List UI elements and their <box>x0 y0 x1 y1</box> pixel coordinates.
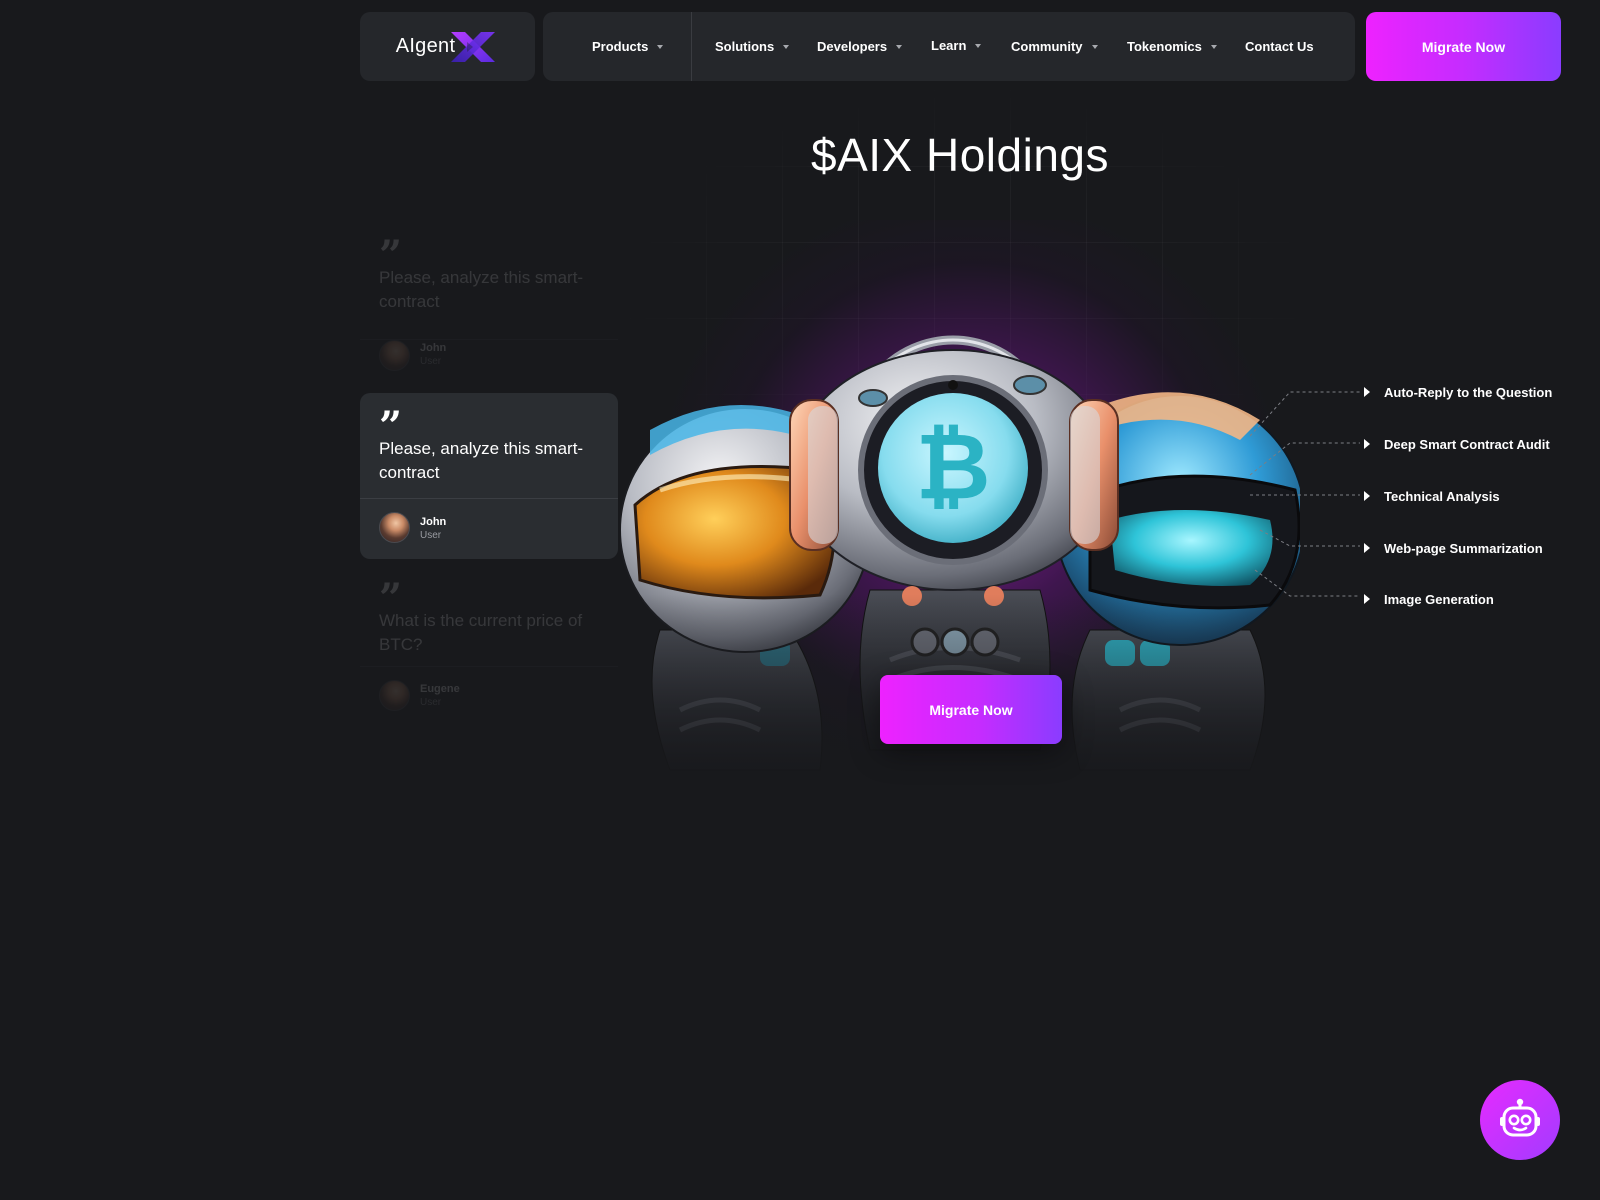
user-role: User <box>420 530 442 541</box>
triangle-right-icon <box>1364 491 1370 501</box>
logo[interactable]: AIgent <box>360 12 535 81</box>
triangle-right-icon <box>1364 439 1370 449</box>
caret-down-icon <box>1091 44 1098 49</box>
avatar <box>379 680 410 711</box>
feature-technical-analysis[interactable]: Technical Analysis <box>1364 486 1500 506</box>
nav-item-tokenomics[interactable]: Tokenomics <box>1127 12 1217 81</box>
chat-message: What is the current price of BTC? <box>379 611 583 654</box>
nav-item-label: Tokenomics <box>1127 39 1202 54</box>
chat-divider <box>360 666 618 667</box>
nav-item-label: Contact Us <box>1245 39 1314 54</box>
feature-label: Auto-Reply to the Question <box>1384 384 1553 400</box>
chat-message: Please, analyze this smart-contract <box>379 439 584 482</box>
feature-label: Image Generation <box>1384 591 1494 607</box>
feature-deep-smart-contract-audit[interactable]: Deep Smart Contract Audit <box>1364 434 1550 454</box>
nav-item-products[interactable]: Products <box>592 12 664 81</box>
user-name: John <box>420 516 447 528</box>
avatar <box>379 340 410 371</box>
chat-message: Please, analyze this smart-contract <box>379 268 584 311</box>
logo-x-icon <box>451 31 496 62</box>
page-title: $AIX Holdings <box>811 129 1109 181</box>
nav-item-contact-us[interactable]: Contact Us <box>1245 12 1314 81</box>
nav-item-label: Products <box>592 39 649 54</box>
main-nav: Products Solutions Developers Learn Comm… <box>543 12 1355 81</box>
caret-down-icon <box>1210 44 1217 49</box>
caret-down-icon <box>783 44 790 49</box>
chatbot-button[interactable] <box>1480 1080 1560 1160</box>
nav-item-community[interactable]: Community <box>1011 12 1098 81</box>
page: AIgent Products Solutions Developers Lea… <box>0 0 1600 1200</box>
user-role: User <box>420 356 442 367</box>
feature-image-generation[interactable]: Image Generation <box>1364 589 1494 609</box>
nav-item-label: Learn <box>931 38 967 53</box>
feature-web-page-summarization[interactable]: Web-page Summarization <box>1364 538 1543 558</box>
robot-face-icon <box>1500 1098 1540 1137</box>
nav-item-label: Solutions <box>715 39 775 54</box>
nav-item-label: Community <box>1011 39 1083 54</box>
user-role: User <box>420 697 442 708</box>
chat-card-active[interactable]: ” Please, analyze this smart-contract Jo… <box>360 393 618 559</box>
triangle-right-icon <box>1364 543 1370 553</box>
caret-down-icon <box>657 44 664 49</box>
feature-connector-lines <box>1249 391 1360 597</box>
user-name: John <box>420 342 447 354</box>
chat-card[interactable]: ” Please, analyze this smart-contract Jo… <box>360 222 618 384</box>
user-name: Eugene <box>420 683 460 695</box>
avatar <box>379 512 410 543</box>
nav-item-label: Developers <box>817 39 888 54</box>
feature-label: Technical Analysis <box>1384 488 1500 504</box>
caret-down-icon <box>975 43 982 48</box>
feature-label: Web-page Summarization <box>1384 540 1543 556</box>
chat-card[interactable]: ” What is the current price of BTC? Euge… <box>360 565 618 723</box>
nav-item-learn[interactable]: Learn <box>931 11 982 80</box>
caret-down-icon <box>896 44 903 49</box>
feature-auto-reply[interactable]: Auto-Reply to the Question <box>1364 382 1552 402</box>
triangle-right-icon <box>1364 594 1370 604</box>
nav-item-developers[interactable]: Developers <box>817 12 903 81</box>
nav-item-solutions[interactable]: Solutions <box>715 12 790 81</box>
migrate-now-hero-button[interactable]: Migrate Now <box>880 675 1062 744</box>
feature-label: Deep Smart Contract Audit <box>1384 436 1550 452</box>
triangle-right-icon <box>1364 387 1370 397</box>
chat-divider <box>360 498 618 499</box>
migrate-now-header-button[interactable]: Migrate Now <box>1366 12 1561 81</box>
nav-divider <box>691 12 692 81</box>
